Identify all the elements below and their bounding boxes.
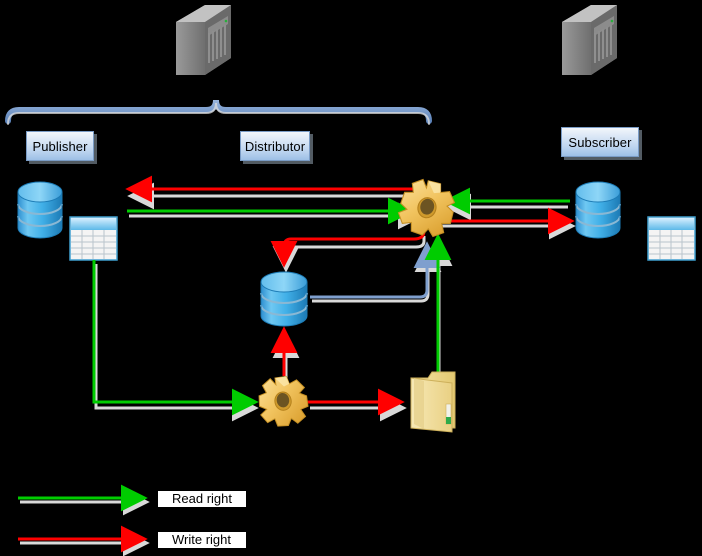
distribution-database-icon (260, 271, 308, 327)
node-label-publisher-text: Publisher (32, 138, 88, 154)
connectors (92, 175, 575, 416)
legend-arrows (18, 484, 150, 556)
node-label-distributor[interactable]: Distributor (240, 131, 310, 161)
flow-publisher-table-to-log-reader (92, 260, 259, 416)
log-reader-agent-gear-icon (258, 375, 309, 427)
publisher-table-icon (69, 216, 118, 261)
distributor-scope-brace (5, 99, 432, 125)
flow-dist-agent-to-distribution-db (270, 230, 426, 268)
legend-label-read: Read right (158, 491, 246, 507)
node-label-subscriber-text: Subscriber (568, 134, 632, 150)
subscriber-table-icon (647, 216, 696, 261)
node-label-subscriber[interactable]: Subscriber (561, 127, 639, 157)
publisher-database-icon (17, 181, 63, 239)
node-label-distributor-text: Distributor (244, 138, 306, 154)
legend-label-write: Write right (158, 532, 246, 548)
flow-distribution-db-to-dist-agent (310, 241, 441, 299)
connector-shadows (94, 182, 576, 422)
publisher-server-icon (176, 5, 231, 75)
diagram-svg-layer (5, 5, 696, 556)
subscriber-server-icon (562, 5, 617, 75)
diagram-canvas: Publisher Distributor Subscriber Read ri… (0, 0, 702, 556)
subscriber-database-icon (575, 181, 621, 239)
distribution-agent-gear-icon (397, 178, 456, 238)
snapshot-folder-icon (410, 371, 456, 433)
node-label-publisher[interactable]: Publisher (26, 131, 94, 161)
